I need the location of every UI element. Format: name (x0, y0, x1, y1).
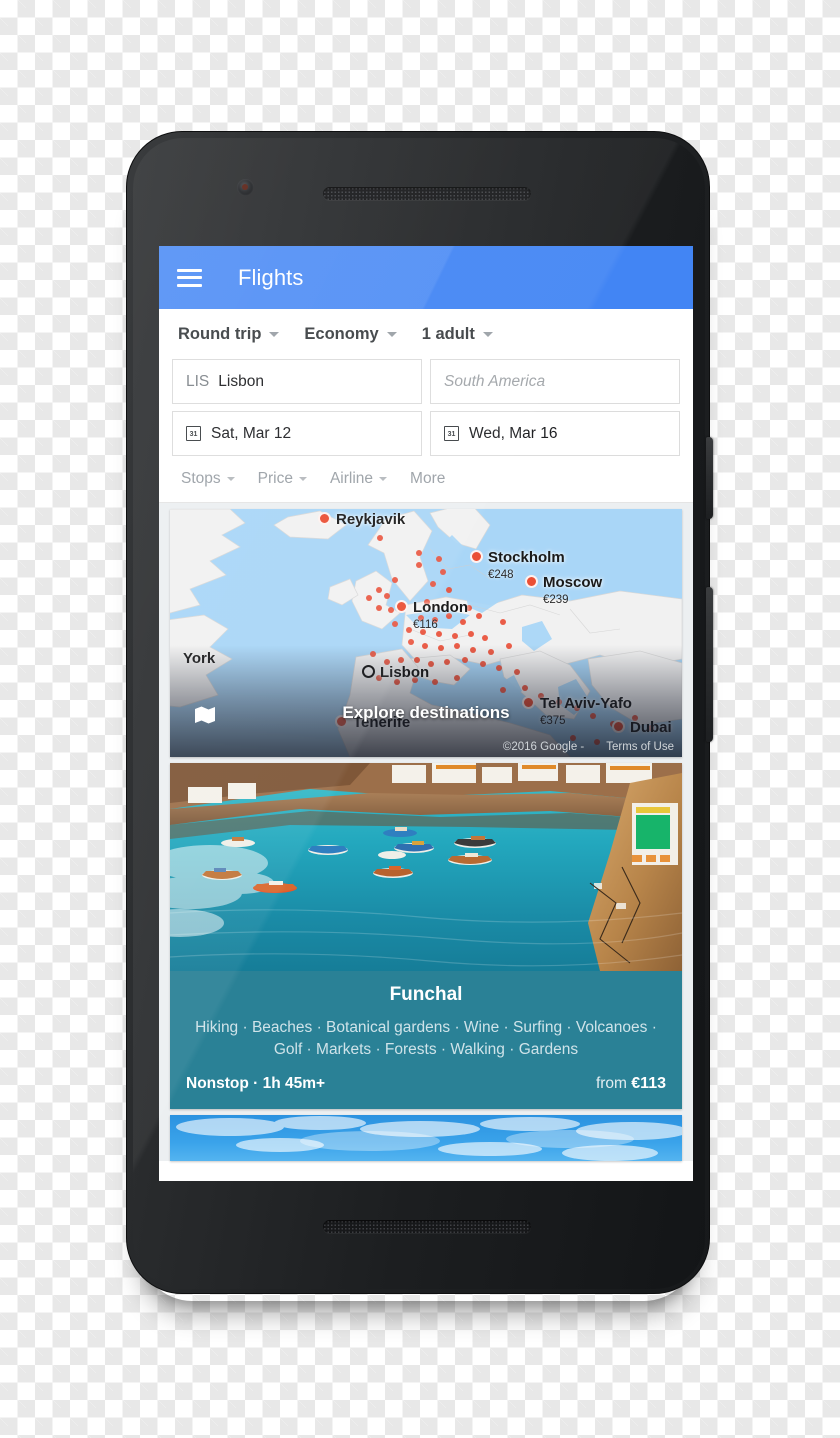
bottom-speaker (323, 1220, 531, 1233)
option-cabin-class[interactable]: Economy (304, 324, 397, 344)
origin-value: Lisbon (218, 372, 264, 390)
option-trip-type-label: Round trip (178, 324, 262, 343)
calendar-icon: 31 (444, 426, 459, 441)
map-attribution: ©2016 Google - Terms of Use (503, 741, 674, 753)
filters-row: Stops Price Airline More (159, 456, 693, 503)
chevron-down-icon (298, 477, 307, 481)
map-terms-link[interactable]: Terms of Use (606, 741, 674, 753)
locations-row: LIS Lisbon South America (159, 359, 693, 404)
depart-date-input[interactable]: 31 Sat, Mar 12 (172, 411, 422, 456)
depart-date-value: Sat, Mar 12 (211, 424, 292, 442)
front-camera-icon (237, 179, 254, 196)
phone-body: Flights Round trip Economy 1 adult LIS L… (126, 131, 713, 1294)
power-button[interactable] (706, 437, 713, 519)
earpiece-speaker (323, 187, 531, 200)
trip-options-row: Round trip Economy 1 adult (159, 309, 693, 359)
filter-price-label: Price (257, 470, 293, 487)
destination-title: Funchal (389, 984, 463, 1005)
explore-destinations-cta[interactable]: Explore destinations (170, 703, 682, 723)
return-date-input[interactable]: 31 Wed, Mar 16 (430, 411, 680, 456)
phone-screen: Flights Round trip Economy 1 adult LIS L… (159, 246, 693, 1181)
filter-more-label: More (410, 470, 446, 487)
filter-stops-label: Stops (181, 470, 221, 487)
filter-more[interactable]: More (410, 470, 445, 488)
dates-row: 31 Sat, Mar 12 31 Wed, Mar 16 (159, 411, 693, 456)
destination-price-value: €113 (631, 1075, 666, 1092)
chevron-down-icon (482, 331, 493, 337)
option-passengers-label: 1 adult (421, 324, 475, 343)
destination-card-funchal[interactable]: Funchal Hiking · Beaches · Botanical gar… (170, 763, 682, 1109)
calendar-icon: 31 (186, 426, 201, 441)
destination-duration: Nonstop · 1h 45m+ (186, 1075, 326, 1092)
filter-price[interactable]: Price (258, 470, 307, 488)
results-scroll-area[interactable]: York Reykjavik Stockholm €248 Moscow €23… (159, 503, 693, 1161)
phone-device: Flights Round trip Economy 1 adult LIS L… (126, 131, 713, 1294)
phone-bezel: Flights Round trip Economy 1 adult LIS L… (133, 138, 705, 1289)
destination-input[interactable]: South America (430, 359, 680, 404)
map-copyright: ©2016 Google - (502, 741, 585, 753)
destination-footer: Nonstop · 1h 45m+ from €113 (182, 1075, 670, 1093)
volume-button[interactable] (706, 587, 713, 742)
hamburger-menu-icon[interactable] (177, 268, 202, 287)
origin-code: LIS (186, 372, 210, 390)
chevron-down-icon (269, 331, 280, 337)
map-label-york: York (183, 650, 216, 667)
chevron-down-icon (226, 477, 235, 481)
destination-price: from €113 (596, 1075, 666, 1093)
sky-photo (170, 1115, 682, 1161)
destination-price-prefix: from (595, 1075, 632, 1092)
destination-photo (170, 763, 682, 971)
app-bar: Flights (159, 246, 693, 309)
return-date-value: Wed, Mar 16 (469, 424, 558, 442)
destination-placeholder: South America (444, 372, 546, 390)
option-passengers[interactable]: 1 adult (422, 325, 493, 344)
filter-stops[interactable]: Stops (181, 470, 235, 488)
chevron-down-icon (386, 331, 397, 337)
app-title: Flights (238, 264, 304, 290)
next-destination-card-peek[interactable] (170, 1115, 682, 1161)
filter-airline[interactable]: Airline (329, 470, 388, 488)
filter-airline-label: Airline (329, 470, 374, 487)
option-cabin-class-label: Economy (304, 324, 379, 343)
chevron-down-icon (379, 477, 388, 481)
option-trip-type[interactable]: Round trip (178, 324, 280, 344)
destination-info: Funchal Hiking · Beaches · Botanical gar… (170, 971, 682, 1109)
explore-map-card[interactable]: York Reykjavik Stockholm €248 Moscow €23… (170, 509, 682, 757)
origin-input[interactable]: LIS Lisbon (172, 359, 422, 404)
destination-tags: Hiking · Beaches · Botanical gardens · W… (195, 1019, 657, 1058)
